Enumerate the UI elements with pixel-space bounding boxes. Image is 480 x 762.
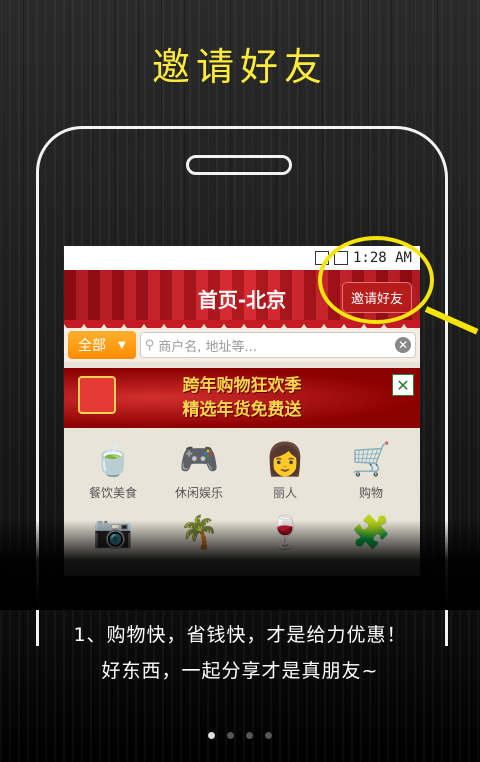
highlight-circle — [318, 236, 434, 324]
banner-line1: 跨年购物狂欢季 — [182, 376, 302, 396]
promo-banner[interactable]: 跨年购物狂欢季 精选年货免费送 ✕ — [64, 368, 420, 428]
search-input[interactable]: ⚲ 商户名, 地址等... ✕ — [139, 332, 416, 358]
food-icon: 🍵 — [93, 440, 133, 478]
pager-dot[interactable] — [246, 732, 253, 739]
pager-dot[interactable] — [265, 732, 272, 739]
category-item[interactable]: 🛒 购物 — [328, 438, 414, 501]
woman-icon: 👩 — [265, 440, 305, 478]
page-indicator — [0, 732, 480, 739]
bottom-fade — [0, 520, 480, 610]
search-placeholder: 商户名, 地址等... — [158, 339, 257, 355]
shopping-cart-icon: 🛒 — [351, 440, 391, 478]
banner-line2: 精选年货免费送 — [182, 400, 302, 420]
close-icon[interactable]: ✕ — [392, 374, 414, 396]
page-title: 邀请好友 — [151, 45, 328, 89]
pager-dot[interactable] — [227, 732, 234, 739]
category-item[interactable]: 👩 丽人 — [242, 438, 328, 501]
category-label: 购物 — [358, 486, 383, 500]
search-icon: ⚲ — [144, 337, 155, 353]
phone-speaker — [186, 155, 292, 175]
gift-icon — [78, 376, 116, 414]
pager-dot[interactable] — [208, 732, 215, 739]
category-label: 丽人 — [272, 486, 297, 500]
chevron-down-icon: ▼ — [118, 339, 126, 351]
category-dropdown[interactable]: 全部 ▼ — [68, 331, 136, 359]
category-label: 全部 — [78, 338, 106, 354]
category-label: 餐饮美食 — [88, 486, 137, 500]
category-item[interactable]: 🍵 餐饮美食 — [70, 438, 156, 501]
gamepad-icon: 🎮 — [179, 440, 219, 478]
category-item[interactable]: 🎮 休闲娱乐 — [156, 438, 242, 501]
caption-line2: 好东西，一起分享才是真朋友~ — [101, 660, 379, 682]
clear-icon[interactable]: ✕ — [395, 337, 411, 353]
search-row: 全部 ▼ ⚲ 商户名, 地址等... ✕ — [64, 328, 420, 362]
caption-line1: 1、购物快，省钱快，才是给力优惠！ — [73, 624, 407, 646]
category-label: 休闲娱乐 — [174, 486, 223, 500]
